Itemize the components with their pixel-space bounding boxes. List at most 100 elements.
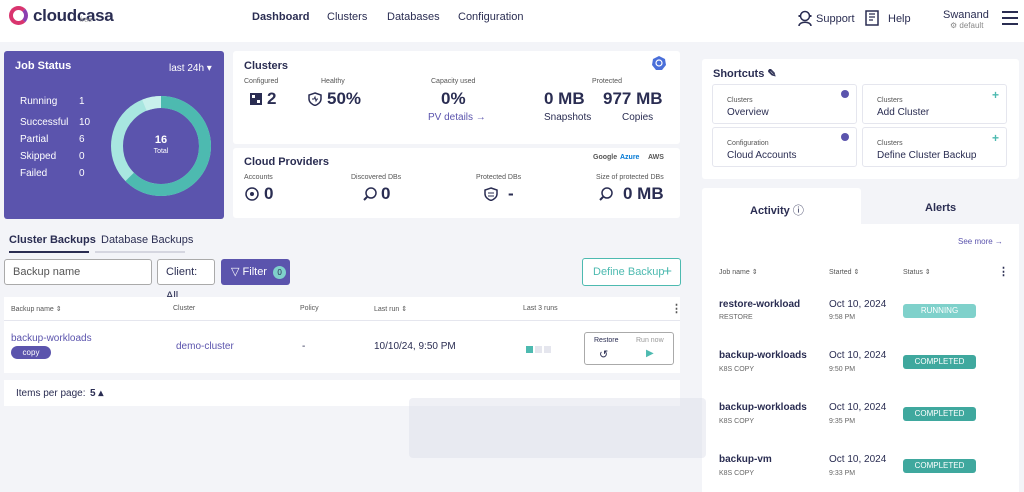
shortcut-add-cluster[interactable]: Clusters Add Cluster + bbox=[862, 84, 1007, 124]
pv-details-label: PV details bbox=[428, 112, 474, 123]
table-menu-icon[interactable]: ⋮ bbox=[671, 302, 682, 315]
aws-logo: AWS bbox=[648, 154, 664, 161]
range-dropdown[interactable]: last 24h ▾ bbox=[169, 63, 212, 74]
db-search-icon bbox=[363, 187, 377, 201]
run-status-3 bbox=[544, 346, 551, 353]
help-book-icon[interactable] bbox=[863, 9, 881, 27]
activity-menu-icon[interactable]: ⋮ bbox=[998, 265, 1009, 278]
shortcuts-title: Shortcuts ✎ bbox=[713, 68, 777, 80]
restore-icon[interactable]: ↺ bbox=[599, 348, 608, 361]
last-runs-indicator bbox=[526, 344, 553, 356]
col-job-name[interactable]: Job name ⇕ bbox=[719, 268, 758, 276]
tab-alerts[interactable]: Alerts bbox=[925, 202, 956, 214]
partial-label: Partial bbox=[20, 134, 49, 145]
successful-value: 10 bbox=[79, 117, 91, 128]
backup-search-input[interactable]: Backup name bbox=[4, 259, 152, 285]
range-label: last 24h bbox=[169, 63, 205, 74]
clusters-card: Clusters Configured 2 Healthy 50% Capaci… bbox=[233, 51, 680, 144]
see-more-link[interactable]: See more → bbox=[958, 237, 1003, 246]
col-cluster: Cluster bbox=[173, 305, 196, 312]
failed-label: Failed bbox=[20, 168, 48, 179]
tenant-name: ⚙ default bbox=[950, 21, 984, 30]
activity-job-kind: K8S COPY bbox=[719, 470, 755, 477]
discovered-label: Discovered DBs bbox=[351, 174, 402, 181]
skipped-value: 0 bbox=[79, 151, 85, 162]
activity-job-kind: RESTORE bbox=[719, 314, 753, 321]
col-started[interactable]: Started ⇕ bbox=[829, 268, 859, 276]
shield-health-icon bbox=[308, 92, 322, 106]
shortcuts-title-text: Shortcuts bbox=[713, 68, 765, 80]
support-link[interactable]: Support bbox=[816, 13, 855, 25]
activity-job-name[interactable]: restore-workload bbox=[719, 299, 800, 310]
cloud-account-icon bbox=[245, 187, 259, 201]
tenant-label: default bbox=[959, 21, 984, 30]
run-status-1 bbox=[526, 346, 533, 353]
copy-badge: copy bbox=[11, 346, 51, 359]
capacity-label: Capacity used bbox=[431, 78, 476, 85]
total-count: 16 bbox=[154, 134, 168, 146]
user-name[interactable]: Swanand bbox=[943, 9, 989, 21]
successful-label: Successful bbox=[20, 117, 69, 128]
nav-configuration[interactable]: Configuration bbox=[458, 11, 523, 23]
shortcut-cloud-accounts[interactable]: Configuration Cloud Accounts bbox=[712, 127, 857, 167]
define-backup-button[interactable]: Define Backup + bbox=[582, 258, 681, 286]
accounts-value: 0 bbox=[264, 184, 274, 203]
col-last-run[interactable]: Last run ⇕ bbox=[374, 305, 407, 313]
status-badge: COMPLETED bbox=[903, 459, 976, 473]
items-per-page-label: Items per page: bbox=[16, 388, 86, 399]
nav-clusters[interactable]: Clusters bbox=[327, 11, 367, 23]
col-status[interactable]: Status ⇕ bbox=[903, 268, 931, 276]
azure-logo: Azure bbox=[620, 154, 640, 161]
failed-value: 0 bbox=[79, 168, 85, 179]
help-link[interactable]: Help bbox=[888, 13, 911, 25]
support-icon[interactable] bbox=[796, 9, 814, 27]
job-status-card: Job Status last 24h ▾ Running 1 Successf… bbox=[4, 51, 224, 219]
job-status-donut bbox=[111, 96, 211, 196]
run-now-label: Run now bbox=[636, 337, 664, 344]
healthy-label: Healthy bbox=[321, 78, 345, 85]
nav-dashboard[interactable]: Dashboard bbox=[252, 11, 309, 23]
protected-dbs-label: Protected DBs bbox=[476, 174, 522, 181]
backup-name-link[interactable]: backup-workloads bbox=[11, 333, 92, 344]
activity-time: 9:58 PM bbox=[829, 314, 856, 321]
col-backup-name[interactable]: Backup name ⇕ bbox=[11, 305, 62, 313]
items-per-page-select[interactable]: 5 ▴ bbox=[90, 388, 103, 399]
shortcuts-card: Shortcuts ✎ Clusters Overview Clusters A… bbox=[702, 59, 1019, 179]
kubernetes-icon bbox=[652, 56, 666, 70]
tab-activity[interactable]: Activity ⓘ bbox=[750, 202, 804, 218]
col-policy: Policy bbox=[300, 305, 319, 312]
search-placeholder: Backup name bbox=[13, 266, 81, 278]
client-dropdown[interactable]: Client: All bbox=[157, 259, 215, 302]
nav-databases[interactable]: Databases bbox=[387, 11, 440, 23]
pv-details-link[interactable]: PV details → bbox=[428, 112, 486, 123]
menu-icon[interactable] bbox=[1002, 11, 1018, 25]
status-badge: COMPLETED bbox=[903, 407, 976, 421]
top-bar: cloudcasa free Dashboard Clusters Databa… bbox=[0, 0, 1024, 42]
snapshots-label: Snapshots bbox=[544, 112, 592, 123]
capacity-value: 0% bbox=[441, 89, 466, 108]
compass-icon bbox=[841, 90, 849, 98]
filter-icon: ▽ bbox=[231, 266, 240, 278]
shortcut-define-cluster-backup[interactable]: Clusters Define Cluster Backup + bbox=[862, 127, 1007, 167]
filter-count-badge: 0 bbox=[273, 266, 287, 279]
shortcut-overview[interactable]: Clusters Overview bbox=[712, 84, 857, 124]
activity-job-name[interactable]: backup-vm bbox=[719, 454, 772, 465]
activity-job-name[interactable]: backup-workloads bbox=[719, 350, 807, 361]
shortcut-name: Define Cluster Backup bbox=[877, 150, 977, 161]
size-value: 0 MB bbox=[623, 184, 664, 203]
healthy-value: 50% bbox=[327, 89, 362, 108]
copies-label: Copies bbox=[622, 112, 654, 123]
cloud-providers-card: Cloud Providers Google Azure AWS Account… bbox=[233, 148, 680, 218]
tab-cluster-backups[interactable]: Cluster Backups bbox=[9, 234, 96, 246]
cloud-providers-title: Cloud Providers bbox=[244, 156, 329, 168]
cloudcasa-logo[interactable]: cloudcasa bbox=[9, 6, 114, 26]
tab-database-backups[interactable]: Database Backups bbox=[101, 234, 193, 246]
activity-job-name[interactable]: backup-workloads bbox=[719, 402, 807, 413]
run-now-icon[interactable]: ▶ bbox=[646, 348, 654, 359]
cluster-link[interactable]: demo-cluster bbox=[176, 341, 234, 352]
protected-label: Protected bbox=[592, 78, 622, 85]
define-backup-label: Define Backup bbox=[593, 266, 665, 278]
row-actions: Restore ↺ Run now ▶ bbox=[584, 332, 674, 365]
filter-button[interactable]: ▽ Filter 0 bbox=[221, 259, 290, 285]
cluster-icon bbox=[250, 93, 262, 105]
